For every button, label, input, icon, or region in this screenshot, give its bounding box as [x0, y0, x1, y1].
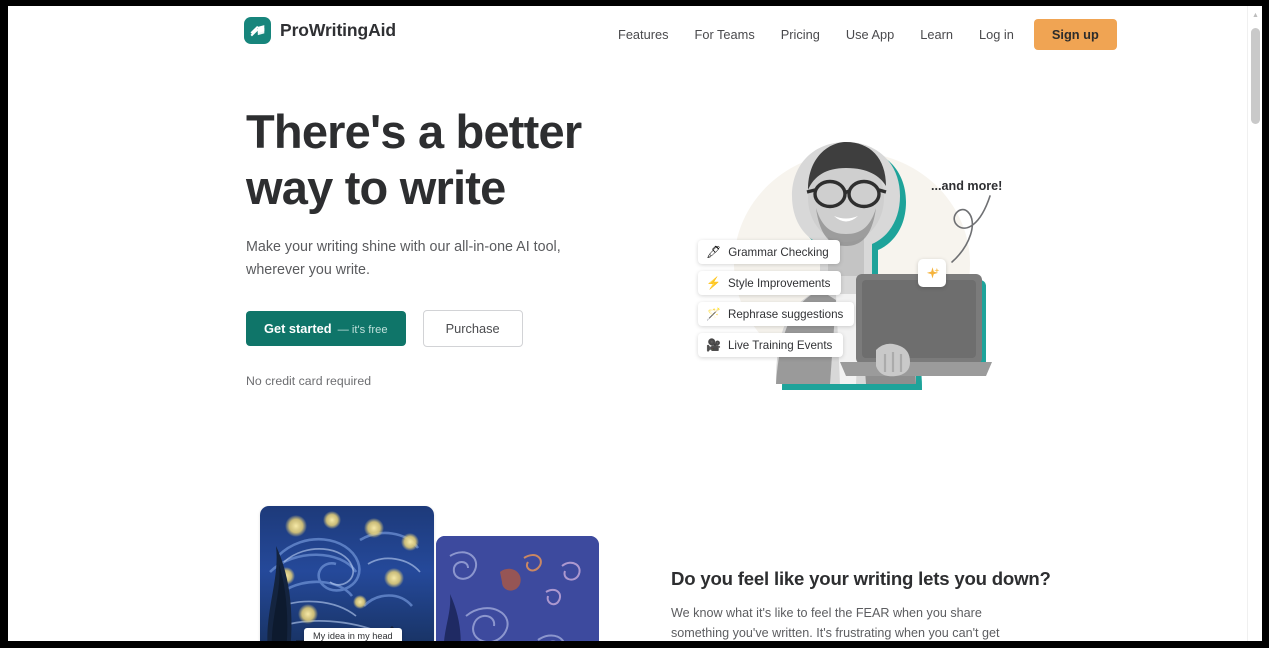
magic-wand-icon: 🪄 — [706, 307, 721, 321]
get-started-button[interactable]: Get started — it's free — [246, 311, 406, 347]
web-page: ProWritingAid Features For Teams Pricing… — [8, 6, 1247, 641]
nav-use-app[interactable]: Use App — [833, 27, 907, 42]
starry-night-image: My idea in my head — [260, 506, 434, 641]
screenshot-frame: ProWritingAid Features For Teams Pricing… — [0, 0, 1269, 648]
sparkles-icon — [918, 259, 946, 287]
window-top-border — [0, 0, 1269, 6]
no-credit-card-note: No credit card required — [246, 374, 372, 389]
nav-log-in[interactable]: Log in — [966, 27, 1030, 42]
feature-chip-label: Rephrase suggestions — [727, 307, 844, 321]
lightning-bolt-icon: ⚡ — [706, 276, 721, 290]
window-right-border — [1262, 0, 1269, 648]
section2-text-block: Do you feel like your writing lets you d… — [671, 568, 1051, 641]
window-bottom-border — [0, 641, 1269, 648]
brand-logo-link[interactable]: ProWritingAid — [244, 17, 396, 44]
nav-features[interactable]: Features — [605, 27, 682, 42]
get-started-sublabel: — it's free — [337, 324, 388, 337]
nav-pricing[interactable]: Pricing — [768, 27, 833, 42]
main-navigation: Features For Teams Pricing Use App Learn… — [605, 6, 1117, 62]
hero-title-line-2: way to write — [246, 160, 506, 214]
brand-name: ProWritingAid — [280, 20, 397, 40]
prowritingaid-book-logo-icon — [244, 17, 271, 44]
feature-chip-rephrase-suggestions: 🪄 Rephrase suggestions — [698, 302, 855, 326]
hero-subtitle: Make your writing shine with our all-in-… — [246, 238, 561, 278]
sign-up-button[interactable]: Sign up — [1033, 18, 1117, 50]
feature-chip-label: Grammar Checking — [728, 245, 829, 259]
and-more-label: ...and more! — [931, 179, 1003, 193]
hero-text-block: There's a better way to write Make your … — [246, 104, 666, 388]
nav-for-teams[interactable]: For Teams — [682, 27, 768, 42]
nav-learn[interactable]: Learn — [907, 27, 966, 42]
get-started-label: Get started — [264, 321, 332, 337]
section2-body: We know what it's like to feel the FEAR … — [671, 606, 1000, 641]
hero-illustration: ...and more! 🖋 Grammar Checking ⚡ Style … — [680, 114, 1020, 394]
movie-camera-icon: 🎥 — [706, 338, 721, 352]
section2-heading: Do you feel like your writing lets you d… — [671, 568, 1051, 589]
scrollbar-thumb[interactable] — [1251, 28, 1260, 124]
feature-chip-label: Style Improvements — [727, 276, 831, 290]
blue-doodle-panel — [436, 536, 599, 641]
page-title: There's a better way to write — [246, 104, 666, 216]
vertical-scrollbar[interactable]: ▲ — [1247, 6, 1262, 641]
browser-viewport: ProWritingAid Features For Teams Pricing… — [8, 6, 1262, 641]
scroll-up-arrow-icon[interactable]: ▲ — [1252, 12, 1259, 19]
hero-title-line-1: There's a better — [246, 105, 582, 158]
feature-chip-style-improvements: ⚡ Style Improvements — [698, 271, 842, 295]
feature-chip-live-training-events: 🎥 Live Training Events — [698, 333, 844, 357]
window-left-border — [0, 0, 8, 648]
site-header: ProWritingAid Features For Teams Pricing… — [8, 6, 1247, 62]
quill-pen-icon: 🖋 — [706, 245, 722, 259]
purchase-button[interactable]: Purchase — [422, 310, 523, 348]
feature-chip-grammar-checking: 🖋 Grammar Checking — [698, 240, 840, 264]
starry-night-caption: My idea in my head — [304, 628, 402, 641]
hero-cta-group: Get started — it's free Purchase — [246, 310, 666, 348]
feature-chip-label: Live Training Events — [727, 338, 833, 352]
